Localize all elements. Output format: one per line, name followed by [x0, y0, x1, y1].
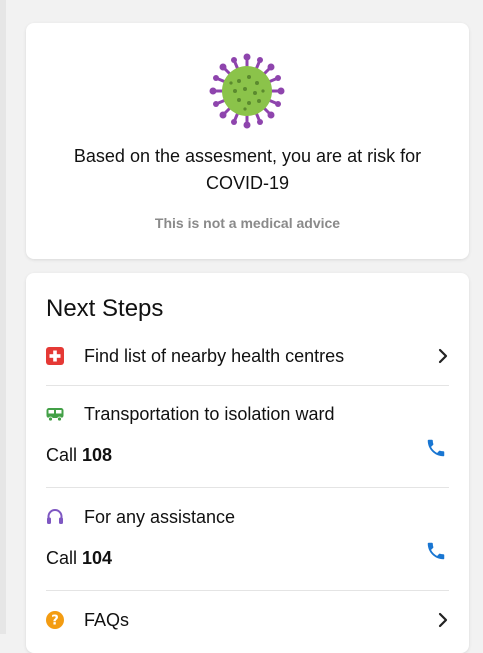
- call-text: Call 108: [46, 445, 112, 466]
- call-number: 104: [82, 548, 113, 568]
- question-icon: ?: [46, 611, 64, 629]
- call-prefix: Call: [46, 445, 78, 465]
- step-label: Find list of nearby health centres: [84, 345, 345, 366]
- svg-text:?: ?: [51, 614, 59, 629]
- divider: [46, 590, 449, 591]
- step-assistance[interactable]: For any assistance Call 104: [46, 504, 449, 580]
- phone-icon[interactable]: [425, 540, 447, 562]
- medical-cross-icon: [46, 347, 64, 365]
- next-steps-title: Next Steps: [46, 295, 164, 322]
- virus-icon: [209, 53, 285, 129]
- left-edge: [0, 0, 6, 634]
- call-prefix: Call: [46, 548, 78, 568]
- headset-icon: [47, 509, 63, 524]
- divider: [46, 385, 449, 386]
- chevron-right-icon: [438, 612, 448, 628]
- step-label: FAQs: [84, 609, 130, 630]
- step-label: Transportation to isolation ward: [84, 403, 335, 424]
- step-health-centres[interactable]: Find list of nearby health centres: [46, 343, 449, 369]
- chevron-right-icon: [438, 348, 448, 364]
- bus-icon: [46, 408, 64, 422]
- assessment-card: Based on the assesment, you are at risk …: [26, 23, 469, 259]
- step-faqs[interactable]: ? FAQs: [46, 607, 449, 633]
- medical-disclaimer: This is not a medical advice: [154, 215, 341, 231]
- phone-icon[interactable]: [425, 437, 447, 459]
- divider: [46, 487, 449, 488]
- risk-result-text: Based on the assesment, you are at risk …: [73, 146, 422, 193]
- next-steps-card: Next Steps Find list of nearby health ce…: [26, 273, 469, 653]
- step-label: For any assistance: [84, 506, 236, 527]
- step-transportation[interactable]: Transportation to isolation ward Call 10…: [46, 401, 449, 477]
- call-text: Call 104: [46, 548, 112, 569]
- call-number: 108: [82, 445, 113, 465]
